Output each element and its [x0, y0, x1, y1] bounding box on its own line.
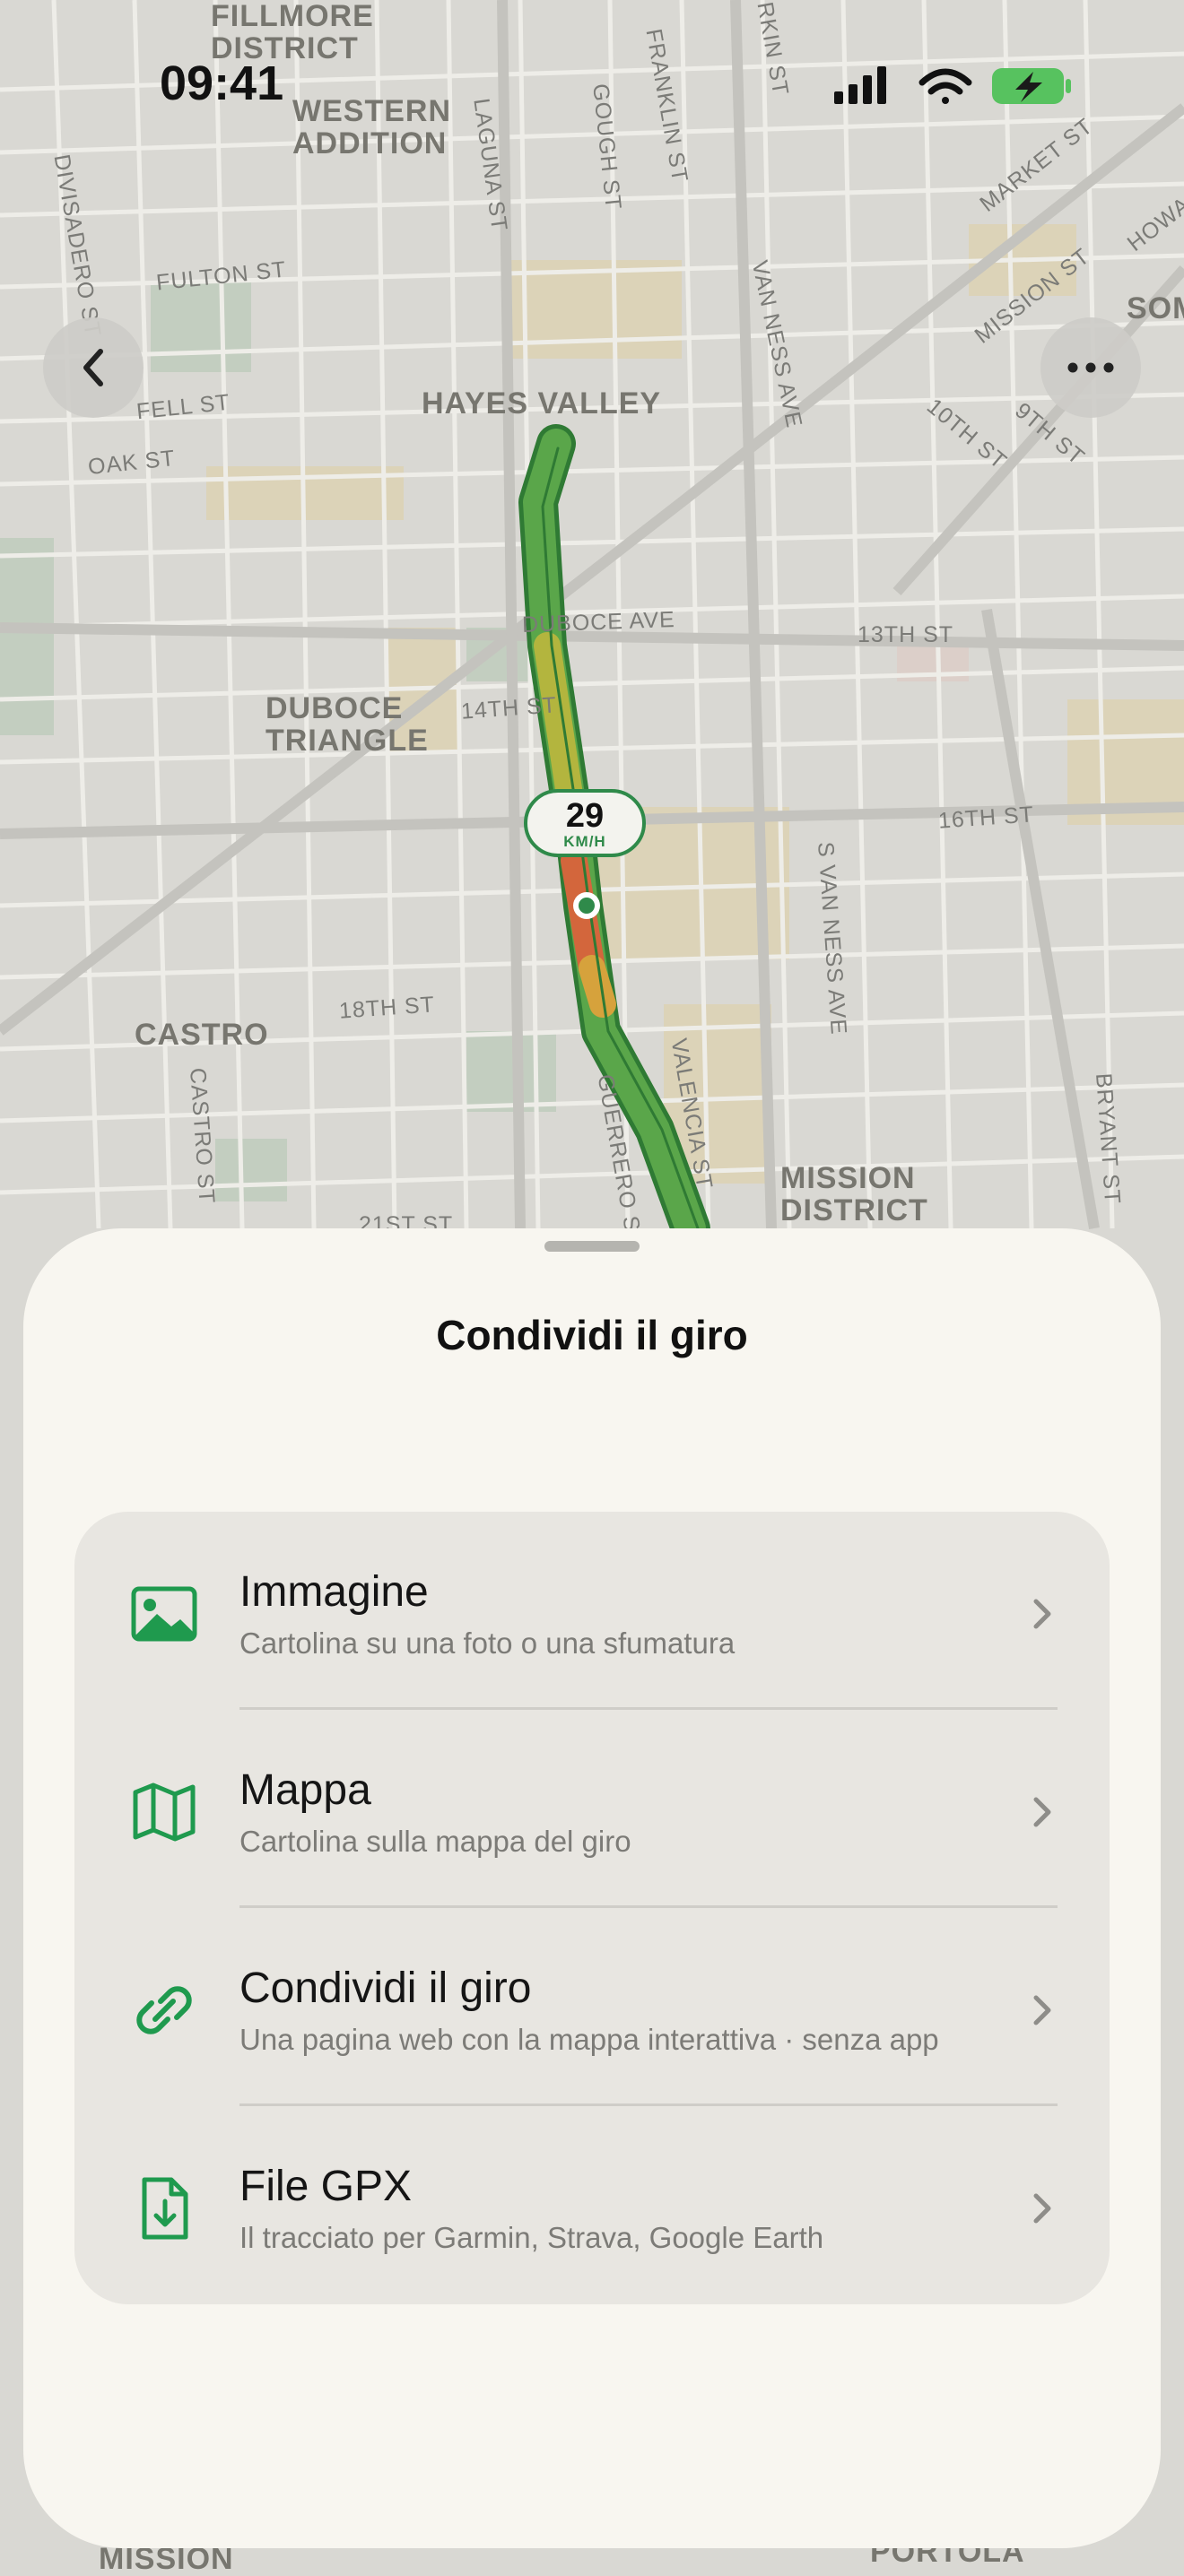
option-title: Condividi il giro — [239, 1965, 532, 2012]
share-options-card: Immagine Cartolina su una foto o una sfu… — [74, 1512, 1110, 2304]
chevron-right-icon — [1033, 1995, 1051, 2025]
option-share-link[interactable]: Condividi il giro Una pagina web con la … — [74, 1908, 1110, 2106]
map-label-soma: SOM — [1127, 291, 1184, 325]
ellipsis-icon — [1067, 362, 1114, 373]
chevron-left-icon — [83, 349, 103, 386]
more-button[interactable] — [1040, 317, 1141, 418]
status-time: 09:41 — [160, 56, 284, 110]
battery-charging-icon — [992, 68, 1071, 104]
link-icon — [136, 1986, 192, 2034]
speed-unit: KM/H — [563, 833, 606, 850]
map-label-castro: CASTRO — [135, 1018, 269, 1052]
back-button[interactable] — [43, 317, 144, 418]
option-image[interactable]: Immagine Cartolina su una foto o una sfu… — [74, 1512, 1110, 1710]
option-gpx[interactable]: File GPX Il tracciato per Garmin, Strava… — [74, 2106, 1110, 2304]
map-icon — [133, 1782, 196, 1842]
option-title: File GPX — [239, 2163, 413, 2210]
map-label-13th: 13TH ST — [858, 622, 954, 647]
chevron-right-icon — [1033, 1797, 1051, 1827]
map-label-western-addition: WESTERN ADDITION — [292, 94, 451, 160]
map-label-mission-district: MISSION DISTRICT — [780, 1161, 928, 1227]
speed-value: 29 — [565, 797, 605, 835]
sheet-title: Condividi il giro — [436, 1312, 748, 1358]
map-label-hayes-valley: HAYES VALLEY — [422, 386, 662, 421]
option-subtitle: Cartolina su una foto o una sfumatura — [239, 1626, 736, 1660]
speed-badge: 29 KM/H — [524, 789, 646, 857]
cellular-signal-icon — [834, 66, 886, 104]
map-label-duboce-ave: DUBOCE AVE — [521, 607, 676, 637]
status-icons — [834, 61, 1076, 111]
image-icon — [131, 1586, 197, 1642]
option-title: Mappa — [239, 1766, 371, 1814]
wifi-icon — [918, 68, 972, 104]
option-subtitle: Il tracciato per Garmin, Strava, Google … — [239, 2221, 824, 2254]
chevron-right-icon — [1033, 1599, 1051, 1629]
option-map[interactable]: Mappa Cartolina sulla mappa del giro — [74, 1710, 1110, 1908]
option-subtitle: Cartolina sulla mappa del giro — [239, 1825, 631, 1858]
option-title: Immagine — [239, 1568, 429, 1616]
sheet-grabber[interactable] — [544, 1241, 640, 1252]
map-label-duboce-triangle: DUBOCE TRIANGLE — [266, 691, 429, 758]
chevron-right-icon — [1033, 2193, 1051, 2224]
file-download-icon — [142, 2177, 188, 2240]
option-subtitle: Una pagina web con la mappa interattiva … — [239, 2023, 939, 2056]
